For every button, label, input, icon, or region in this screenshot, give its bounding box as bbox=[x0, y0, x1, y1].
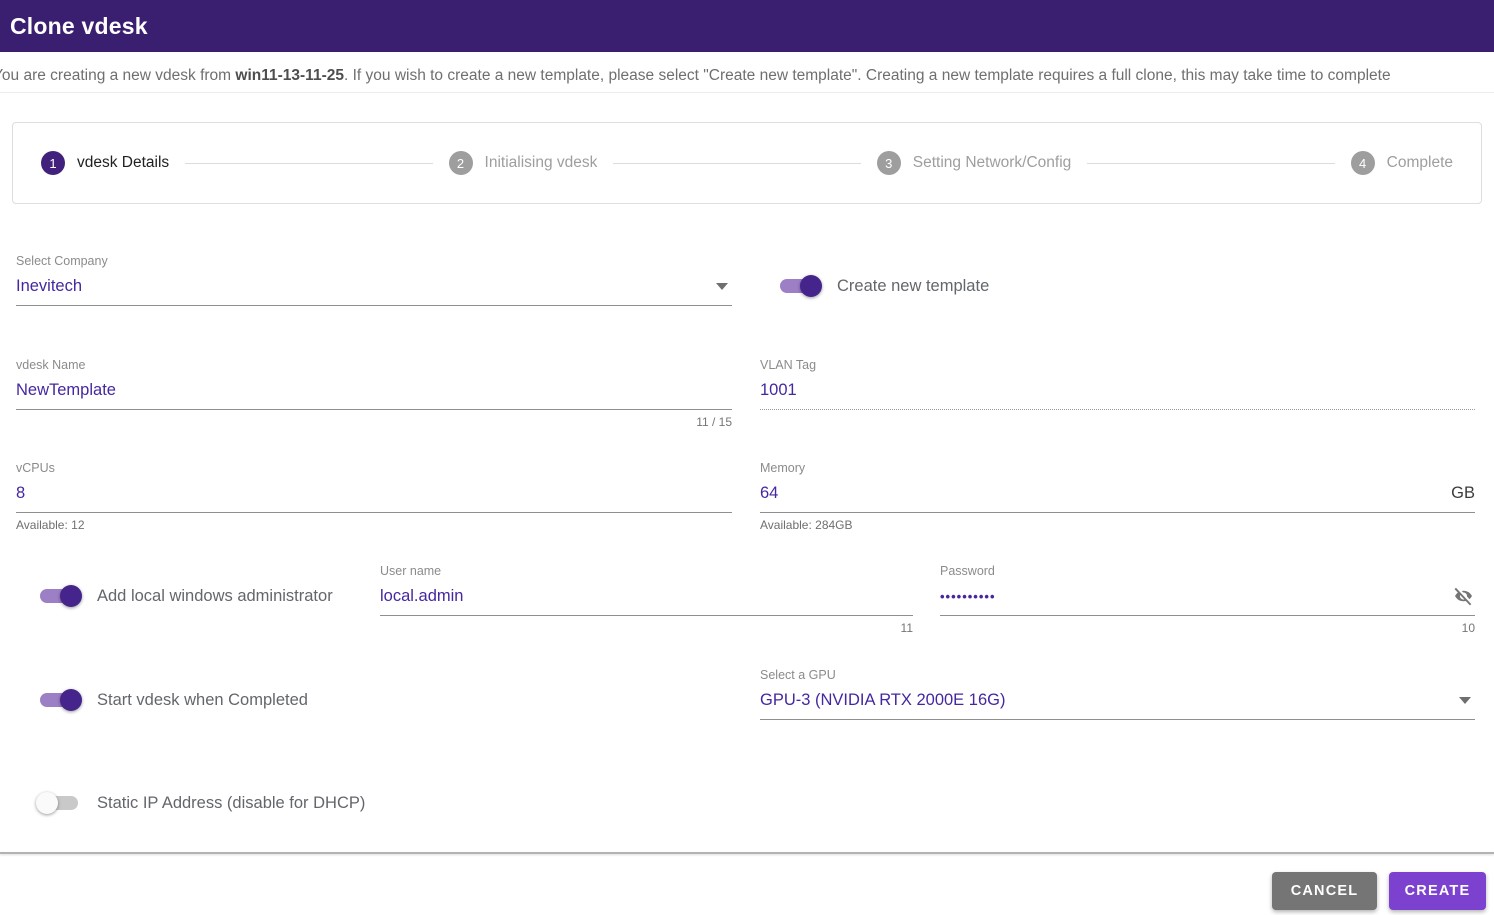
start-vdesk-toggle[interactable] bbox=[36, 689, 82, 711]
static-ip-toggle[interactable] bbox=[36, 792, 82, 814]
vdesk-name-value[interactable]: NewTemplate bbox=[16, 381, 116, 400]
vdesk-name-counter: 11 / 15 bbox=[696, 415, 732, 429]
step-label: Complete bbox=[1386, 154, 1453, 171]
step-number: 3 bbox=[876, 151, 901, 175]
memory-value[interactable]: 64 bbox=[760, 484, 778, 503]
vlan-tag-label: VLAN Tag bbox=[760, 358, 817, 372]
step-number: 2 bbox=[448, 151, 473, 175]
vcpus-hint: Available: 12 bbox=[16, 518, 85, 532]
cancel-button[interactable]: CANCEL bbox=[1272, 872, 1377, 910]
stepper: 1 vdesk Details 2 Initialising vdesk 3 S… bbox=[12, 122, 1482, 204]
step-number: 4 bbox=[1350, 151, 1375, 175]
password-label: Password bbox=[940, 564, 995, 578]
username-counter: 11 bbox=[900, 621, 913, 635]
field-underline bbox=[760, 409, 1475, 410]
start-vdesk-row: Start vdesk when Completed bbox=[36, 687, 308, 713]
create-new-template-toggle[interactable] bbox=[776, 275, 822, 297]
field-underline bbox=[16, 409, 732, 410]
memory-unit: GB bbox=[1451, 483, 1475, 502]
footer-divider bbox=[0, 852, 1494, 854]
company-label: Select Company bbox=[16, 254, 108, 268]
clone-vdesk-dialog: Clone vdesk You are creating a new vdesk… bbox=[0, 0, 1494, 915]
password-counter: 10 bbox=[1461, 621, 1475, 635]
memory-hint: Available: 284GB bbox=[760, 518, 853, 532]
vlan-tag-value: 1001 bbox=[760, 380, 797, 399]
username-value[interactable]: local.admin bbox=[380, 587, 463, 606]
vcpus-field[interactable]: vCPUs 8 Available: 12 bbox=[16, 460, 732, 532]
add-local-admin-toggle[interactable] bbox=[36, 585, 82, 607]
gpu-label: Select a GPU bbox=[760, 668, 836, 682]
gpu-value: GPU-3 (NVIDIA RTX 2000E 16G) bbox=[760, 690, 1006, 709]
memory-label: Memory bbox=[760, 461, 806, 475]
add-local-admin-label: Add local windows administrator bbox=[97, 586, 333, 605]
username-label: User name bbox=[380, 564, 442, 578]
field-underline bbox=[760, 512, 1475, 513]
chevron-down-icon[interactable] bbox=[716, 282, 728, 290]
step-complete: 4 Complete bbox=[1350, 151, 1453, 175]
password-value[interactable]: •••••••••• bbox=[940, 589, 996, 604]
vdesk-name-field[interactable]: vdesk Name NewTemplate 11 / 15 bbox=[16, 357, 732, 429]
step-connector bbox=[613, 162, 861, 164]
field-underline bbox=[940, 615, 1475, 616]
subtitle-suffix: . If you wish to create a new template, … bbox=[343, 67, 1391, 84]
field-underline bbox=[16, 305, 732, 306]
step-vdesk-details: 1 vdesk Details bbox=[41, 151, 169, 175]
step-connector bbox=[1087, 162, 1335, 164]
vcpus-label: vCPUs bbox=[16, 461, 55, 475]
subtitle-text: You are creating a new vdesk from win11-… bbox=[0, 65, 1493, 86]
field-underline bbox=[380, 615, 913, 616]
subtitle-prefix: You are creating a new vdesk from bbox=[0, 67, 236, 84]
field-underline bbox=[760, 719, 1475, 720]
create-button[interactable]: CREATE bbox=[1389, 872, 1486, 910]
divider bbox=[0, 92, 1494, 93]
vcpus-value[interactable]: 8 bbox=[16, 484, 25, 503]
dialog-title: Clone vdesk bbox=[10, 12, 148, 39]
company-select[interactable]: Select Company Inevitech bbox=[16, 253, 732, 306]
create-new-template-row: Create new template bbox=[776, 273, 989, 299]
source-vdesk-name: win11-13-11-25 bbox=[235, 67, 344, 84]
vlan-tag-field: VLAN Tag 1001 bbox=[760, 357, 1475, 410]
static-ip-row: Static IP Address (disable for DHCP) bbox=[36, 790, 365, 816]
username-field[interactable]: User name local.admin 11 bbox=[380, 563, 913, 635]
memory-field[interactable]: Memory 64 GB Available: 284GB bbox=[760, 460, 1475, 532]
password-field[interactable]: Password •••••••••• 10 bbox=[940, 563, 1475, 635]
step-label: vdesk Details bbox=[77, 154, 170, 171]
eye-off-icon[interactable] bbox=[1452, 585, 1475, 608]
company-value: Inevitech bbox=[16, 276, 83, 295]
gpu-select[interactable]: Select a GPU GPU-3 (NVIDIA RTX 2000E 16G… bbox=[760, 667, 1475, 720]
field-underline bbox=[16, 512, 732, 513]
step-number: 1 bbox=[41, 151, 65, 175]
step-label: Setting Network/Config bbox=[912, 154, 1072, 171]
dialog-header: Clone vdesk bbox=[0, 0, 1494, 52]
start-vdesk-label: Start vdesk when Completed bbox=[97, 690, 308, 709]
create-new-template-label: Create new template bbox=[837, 276, 990, 295]
vdesk-name-label: vdesk Name bbox=[16, 358, 86, 372]
chevron-down-icon[interactable] bbox=[1459, 696, 1471, 704]
step-connector bbox=[185, 162, 433, 164]
step-initialising-vdesk: 2 Initialising vdesk bbox=[448, 151, 598, 175]
step-label: Initialising vdesk bbox=[484, 154, 598, 171]
step-setting-network-config: 3 Setting Network/Config bbox=[876, 151, 1072, 175]
static-ip-label: Static IP Address (disable for DHCP) bbox=[97, 793, 366, 812]
add-local-admin-row: Add local windows administrator bbox=[36, 583, 333, 609]
